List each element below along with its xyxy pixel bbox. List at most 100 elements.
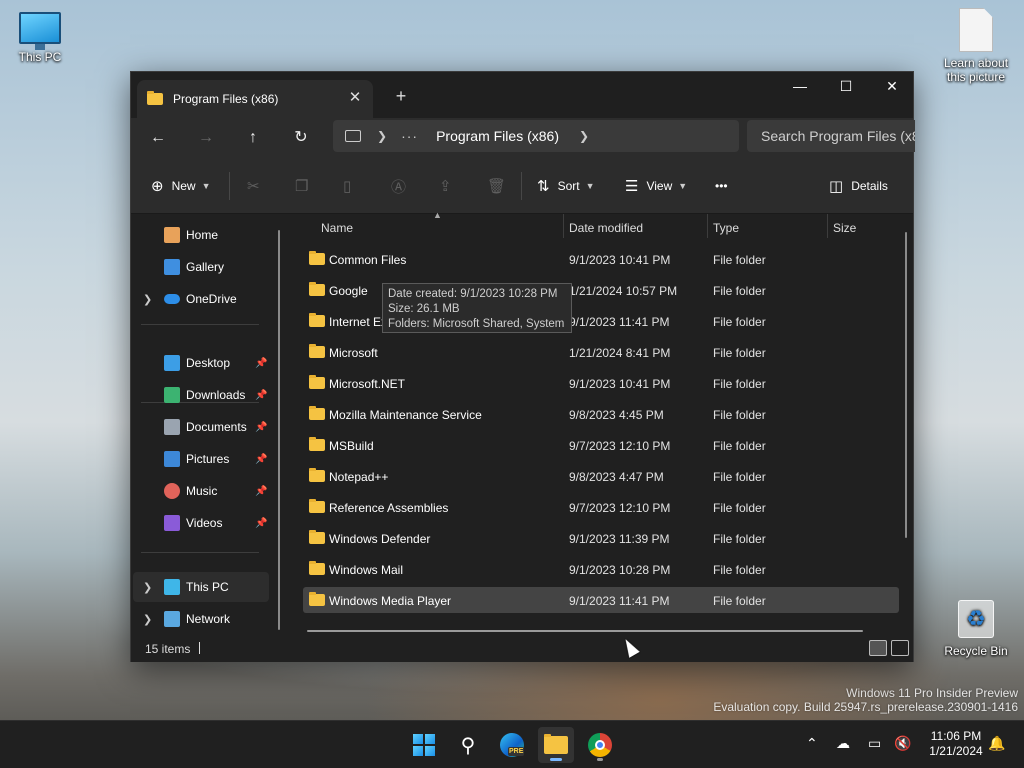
chrome-icon — [588, 733, 612, 757]
this-pc-icon — [164, 579, 180, 595]
tiles-view-button[interactable] — [891, 640, 909, 656]
tab-program-files-x86[interactable]: Program Files (x86) ✕ — [137, 80, 373, 118]
sidebar-item-downloads[interactable]: Downloads 📌 — [133, 380, 269, 410]
sidebar-item-desktop[interactable]: Desktop 📌 — [133, 348, 269, 378]
desktop-icon-learn-about-picture[interactable]: Learn about this picture — [936, 8, 1016, 84]
file-name: Reference Assemblies — [329, 501, 449, 515]
sidebar-item-network[interactable]: ❯ Network — [133, 604, 269, 634]
pin-icon[interactable]: 📌 — [255, 358, 267, 369]
share-button[interactable]: ⇪ — [439, 172, 460, 200]
title-bar[interactable]: Program Files (x86) ✕ + — ☐ ✕ — [131, 72, 913, 118]
network-icon[interactable]: ▭ — [868, 735, 881, 752]
sidebar-item-onedrive[interactable]: ❯ OneDrive — [133, 284, 269, 314]
cut-button[interactable]: ✂ — [247, 172, 268, 200]
clock[interactable]: 11:06 PM 1/21/2024 — [920, 729, 992, 759]
table-row[interactable]: MSBuild 9/7/2023 12:10 PM File folder — [303, 432, 899, 458]
address-more-button[interactable]: ··· — [401, 128, 418, 144]
column-header-name[interactable]: Name — [321, 214, 353, 242]
chrome-taskbar-button[interactable] — [582, 727, 618, 763]
copy-button[interactable]: ❐ — [295, 172, 316, 200]
forward-button[interactable]: → — [191, 124, 221, 152]
onedrive-offline-icon[interactable]: ☁ — [836, 735, 850, 752]
table-row[interactable]: Reference Assemblies 9/7/2023 12:10 PM Fil… — [303, 494, 899, 520]
paste-button[interactable]: ▯ — [343, 172, 359, 200]
volume-muted-icon[interactable]: 🔇 — [894, 735, 911, 752]
gallery-icon — [164, 259, 180, 275]
this-pc-icon[interactable] — [345, 130, 361, 142]
column-divider[interactable] — [563, 214, 564, 238]
horizontal-scrollbar[interactable] — [307, 630, 863, 632]
column-divider[interactable] — [707, 214, 708, 238]
folder-icon — [544, 734, 568, 754]
chevron-right-icon[interactable]: ❯ — [143, 613, 152, 626]
chevron-right-icon[interactable]: ❯ — [377, 129, 387, 143]
address-bar[interactable]: ❯ ··· Program Files (x86) ❯ — [333, 120, 739, 152]
copy-icon: ❐ — [295, 178, 309, 195]
view-button[interactable]: ☰ View ▼ — [625, 172, 687, 200]
new-button[interactable]: ⊕ New ▼ — [151, 172, 211, 200]
pin-icon[interactable]: 📌 — [255, 422, 267, 433]
sidebar-scrollbar[interactable] — [278, 230, 280, 630]
table-row[interactable]: Microsoft.NET 9/1/2023 10:41 PM File folde… — [303, 370, 899, 396]
table-row[interactable]: Windows Media Player 9/1/2023 11:41 PM Fil… — [303, 587, 899, 613]
tab-close-button[interactable]: ✕ — [345, 88, 365, 108]
details-view-button[interactable] — [869, 640, 887, 656]
sidebar-item-pictures[interactable]: Pictures 📌 — [133, 444, 269, 474]
file-type: File folder — [713, 284, 766, 298]
table-row[interactable]: Microsoft 1/21/2024 8:41 PM File folder — [303, 339, 899, 365]
close-window-button[interactable]: ✕ — [869, 72, 915, 102]
new-tab-button[interactable]: + — [389, 85, 413, 109]
sidebar-item-videos[interactable]: Videos 📌 — [133, 508, 269, 538]
file-name: Mozilla Maintenance Service — [329, 408, 482, 422]
sort-button[interactable]: ⇅ Sort ▼ — [537, 172, 595, 200]
column-header-type[interactable]: Type — [713, 214, 739, 242]
notification-bell-icon[interactable]: 🔔 — [988, 735, 1005, 752]
chevron-right-icon[interactable]: ❯ — [143, 293, 152, 306]
pin-icon[interactable]: 📌 — [255, 454, 267, 465]
sidebar-item-home[interactable]: Home — [133, 220, 269, 250]
column-divider[interactable] — [827, 214, 828, 238]
pin-icon[interactable]: 📌 — [255, 486, 267, 497]
pin-icon[interactable]: 📌 — [255, 390, 267, 401]
table-row[interactable]: Common Files 9/1/2023 10:41 PM File folder — [303, 246, 899, 272]
breadcrumb-current[interactable]: Program Files (x86) — [436, 128, 559, 144]
vertical-scrollbar[interactable] — [905, 232, 907, 538]
chevron-right-icon[interactable]: ❯ — [143, 581, 152, 594]
start-button[interactable] — [406, 727, 442, 763]
chevron-right-icon[interactable]: ❯ — [579, 129, 589, 143]
edge-taskbar-button[interactable]: PRE — [494, 727, 530, 763]
table-row[interactable]: Mozilla Maintenance Service 9/8/2023 4:45… — [303, 401, 899, 427]
sidebar-item-gallery[interactable]: Gallery — [133, 252, 269, 282]
desktop-icon-this-pc[interactable]: This PC — [0, 12, 80, 64]
details-pane-button[interactable]: ◫ Details — [829, 172, 888, 200]
maximize-button[interactable]: ☐ — [823, 72, 869, 102]
details-pane-icon: ◫ — [829, 178, 844, 195]
sidebar-item-music[interactable]: Music 📌 — [133, 476, 269, 506]
sidebar-item-documents[interactable]: Documents 📌 — [133, 412, 269, 442]
delete-button[interactable]: 🗑 — [487, 172, 514, 200]
new-label: New — [171, 179, 196, 193]
minimize-button[interactable]: — — [777, 72, 823, 102]
up-button[interactable]: ↑ — [238, 124, 268, 152]
sidebar-item-this-pc[interactable]: ❯ This PC — [133, 572, 269, 602]
search-taskbar-button[interactable]: ⚲ — [450, 727, 486, 763]
file-date: 1/21/2024 8:41 PM — [569, 346, 671, 360]
column-header-date-modified[interactable]: Date modified — [569, 214, 643, 242]
scissors-icon: ✂ — [247, 178, 260, 195]
network-icon — [164, 611, 180, 627]
tooltip-date-created: Date created: 9/1/2023 10:28 PM — [388, 288, 558, 300]
more-options-button[interactable]: ••• — [715, 172, 728, 200]
rename-button[interactable]: Ⓐ — [391, 172, 414, 200]
table-row[interactable]: Notepad++ 9/8/2023 4:47 PM File folder — [303, 463, 899, 489]
desktop-icon-recycle-bin[interactable]: ♻ Recycle Bin — [936, 600, 1016, 658]
pin-icon[interactable]: 📌 — [255, 518, 267, 529]
refresh-button[interactable]: ↻ — [286, 124, 316, 152]
table-row[interactable]: Windows Defender 9/1/2023 11:39 PM File fo… — [303, 525, 899, 551]
document-icon — [959, 8, 993, 52]
search-input[interactable] — [747, 120, 915, 152]
column-header-size[interactable]: Size — [833, 214, 856, 242]
table-row[interactable]: Windows Mail 9/1/2023 10:28 PM File folder — [303, 556, 899, 582]
chevron-up-icon[interactable]: ⌃ — [806, 735, 818, 752]
back-button[interactable]: ← — [143, 124, 173, 152]
file-explorer-taskbar-button[interactable] — [538, 727, 574, 763]
